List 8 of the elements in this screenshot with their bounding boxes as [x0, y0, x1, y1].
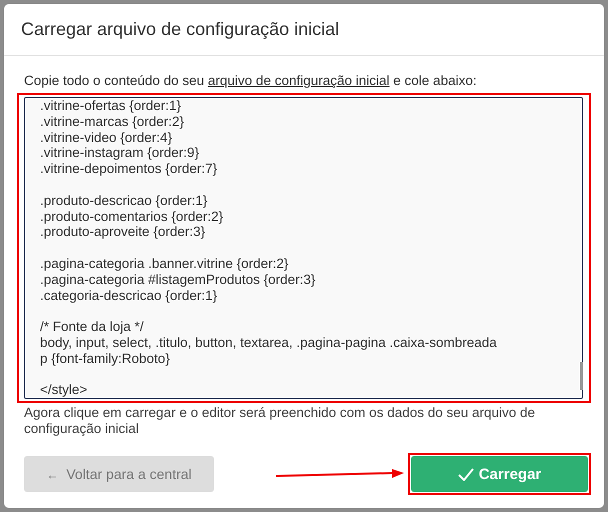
dialog-title: Carregar arquivo de configuração inicial — [21, 19, 340, 40]
config-textarea[interactable]: .vitrine-ofertas {order:1} .vitrine-marcas {order:2} .vitrine-video {order:4} .vitrine-instagram {order:9} .vitrine-depoimentos {order:7} .produto-descricao {order:1} .produto-comentarios {order:2} .produto-aproveite {order:3} .pagina-categoria .banner.vitrine {order:2} .pagina-categoria #listagemProdutos {order:3} .categoria-descricao {order:1} /* Fonte da loja */ body, input, select, .titulo, button, textarea, .pagina-pagina .caixa-sombreada p {font-family:Roboto} </style> — [24, 97, 583, 399]
scrollbar-thumb[interactable] — [580, 362, 583, 390]
instruction-text: e cole abaixo: — [392, 73, 477, 88]
config-file-link[interactable]: arquivo de configuração inicial — [208, 73, 390, 88]
hint-text: Agora clique em carregar e o editor será preenchido com os dados do seu arquivo de configuração inicial — [23, 405, 536, 437]
instruction-text: Copie todo o conteúdo do seu — [24, 73, 206, 88]
check-icon — [458, 468, 474, 480]
